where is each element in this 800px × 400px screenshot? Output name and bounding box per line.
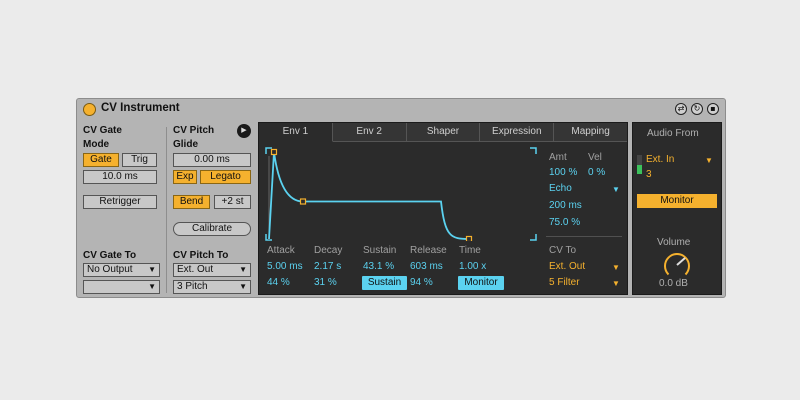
volume-knob[interactable] bbox=[662, 250, 692, 280]
calibrate-button[interactable]: Calibrate bbox=[173, 222, 251, 236]
section-divider bbox=[546, 236, 622, 237]
cv-gate-label: CV Gate bbox=[83, 125, 122, 136]
save-preset-icon[interactable]: ↻ bbox=[691, 103, 703, 115]
release-slope-value[interactable]: 94 % bbox=[410, 277, 433, 288]
audio-channel-value[interactable]: 3 bbox=[646, 169, 652, 180]
cv-pitch-label: CV Pitch bbox=[173, 125, 215, 136]
monitor-env-button[interactable]: Monitor bbox=[458, 276, 504, 290]
display-corner bbox=[530, 147, 537, 154]
hot-swap-icon[interactable]: ⇄ bbox=[675, 103, 687, 115]
echo-feedback-value[interactable]: 75.0 % bbox=[549, 217, 580, 228]
retrigger-button[interactable]: Retrigger bbox=[83, 195, 157, 209]
vel-value[interactable]: 0 % bbox=[588, 167, 605, 178]
chevron-down-icon: ▼ bbox=[148, 265, 156, 274]
envelope-curve bbox=[268, 151, 470, 240]
attack-node-handle[interactable] bbox=[270, 148, 278, 156]
chevron-down-icon: ▼ bbox=[148, 282, 156, 291]
cv-instrument-device: CV Instrument ⇄ ↻ ▪ CV Gate Mode Gate Tr… bbox=[76, 98, 726, 298]
attack-label: Attack bbox=[267, 245, 295, 256]
tab-env-2[interactable]: Env 2 bbox=[332, 123, 407, 142]
gate-length-field[interactable]: 10.0 ms bbox=[83, 170, 157, 184]
pitch-channel-dropdown[interactable]: 3 Pitch ▼ bbox=[173, 280, 251, 294]
decay-value[interactable]: 2.17 s bbox=[314, 261, 341, 272]
sustain-mode-button[interactable]: Sustain bbox=[362, 276, 407, 290]
time-label: Time bbox=[459, 245, 481, 256]
tab-env-1[interactable]: Env 1 bbox=[259, 123, 333, 142]
vel-label: Vel bbox=[588, 152, 602, 163]
sustain-label: Sustain bbox=[363, 245, 397, 256]
audio-from-label: Audio From bbox=[647, 128, 699, 139]
chevron-down-icon: ▼ bbox=[239, 265, 247, 274]
glide-time-field[interactable]: 0.00 ms bbox=[173, 153, 251, 167]
audio-monitor-button[interactable]: Monitor bbox=[637, 194, 717, 208]
cv-to-label: CV To bbox=[549, 245, 577, 256]
fold-icon[interactable]: ▪ bbox=[707, 103, 719, 115]
amt-label: Amt bbox=[549, 152, 567, 163]
mod-tabs: Env 1 Env 2 Shaper Expression Mapping bbox=[259, 123, 627, 142]
tab-expression[interactable]: Expression bbox=[480, 123, 555, 142]
device-title-bar: CV Instrument ⇄ ↻ ▪ bbox=[77, 99, 725, 120]
release-value[interactable]: 603 ms bbox=[410, 261, 443, 272]
volume-value[interactable]: 0.0 dB bbox=[659, 278, 688, 289]
echo-time-value[interactable]: 200 ms bbox=[549, 200, 582, 211]
time-value[interactable]: 1.00 x bbox=[459, 261, 486, 272]
pitch-output-dropdown[interactable]: Ext. Out ▼ bbox=[173, 263, 251, 277]
gate-mode-label: Mode bbox=[83, 139, 110, 150]
envelope-display[interactable] bbox=[265, 147, 537, 241]
tab-shaper[interactable]: Shaper bbox=[406, 123, 481, 142]
cv-pitch-to-label: CV Pitch To bbox=[173, 250, 229, 261]
release-node-handle[interactable] bbox=[465, 235, 473, 242]
release-label: Release bbox=[410, 245, 447, 256]
attack-value[interactable]: 5.00 ms bbox=[267, 261, 303, 272]
envelope-panel: Env 1 Env 2 Shaper Expression Mapping At… bbox=[258, 122, 628, 295]
chevron-down-icon[interactable]: ▼ bbox=[705, 156, 713, 165]
exp-button[interactable]: Exp bbox=[173, 170, 197, 184]
mode-dropdown-value[interactable]: Echo bbox=[549, 183, 572, 194]
play-icon[interactable]: ▶ bbox=[237, 124, 251, 138]
tab-mapping[interactable]: Mapping bbox=[554, 123, 627, 142]
gate-mode-button[interactable]: Gate bbox=[83, 153, 119, 167]
input-level-fill bbox=[637, 164, 642, 174]
cv-gate-to-label: CV Gate To bbox=[83, 250, 137, 261]
column-divider bbox=[166, 127, 167, 293]
audio-input-dropdown-value[interactable]: Ext. In bbox=[646, 154, 674, 165]
amt-value[interactable]: 100 % bbox=[549, 167, 577, 178]
device-title: CV Instrument bbox=[101, 102, 180, 114]
decay-label: Decay bbox=[314, 245, 343, 256]
pitch-channel-value: 3 Pitch bbox=[177, 281, 208, 292]
gate-output-value: No Output bbox=[87, 264, 133, 275]
cv-channel-dropdown-value[interactable]: 5 Filter bbox=[549, 277, 580, 288]
attack-slope-value[interactable]: 44 % bbox=[267, 277, 290, 288]
device-power-button[interactable] bbox=[83, 103, 96, 116]
gate-output-dropdown[interactable]: No Output ▼ bbox=[83, 263, 160, 277]
legato-button[interactable]: Legato bbox=[200, 170, 251, 184]
input-level-meter bbox=[637, 155, 642, 174]
chevron-down-icon[interactable]: ▼ bbox=[612, 263, 620, 272]
pitch-output-value: Ext. Out bbox=[177, 264, 214, 275]
chevron-down-icon[interactable]: ▼ bbox=[612, 279, 620, 288]
decay-slope-value[interactable]: 31 % bbox=[314, 277, 337, 288]
volume-label: Volume bbox=[657, 237, 691, 248]
volume-knob-pointer bbox=[676, 257, 686, 266]
chevron-down-icon[interactable]: ▼ bbox=[612, 185, 620, 194]
chevron-down-icon: ▼ bbox=[239, 282, 247, 291]
cv-output-dropdown-value[interactable]: Ext. Out bbox=[549, 261, 585, 272]
sustain-value[interactable]: 43.1 % bbox=[363, 261, 394, 272]
trig-mode-button[interactable]: Trig bbox=[122, 153, 157, 167]
glide-label: Glide bbox=[173, 139, 199, 150]
audio-from-panel: Audio From Ext. In ▼ 3 Monitor Volume 0.… bbox=[632, 122, 722, 295]
decay-node-handle[interactable] bbox=[299, 198, 307, 205]
display-corner bbox=[530, 234, 537, 241]
gate-suboutput-dropdown[interactable]: ▼ bbox=[83, 280, 160, 294]
bend-range-field[interactable]: +2 st bbox=[214, 195, 251, 209]
bend-button[interactable]: Bend bbox=[173, 195, 210, 209]
